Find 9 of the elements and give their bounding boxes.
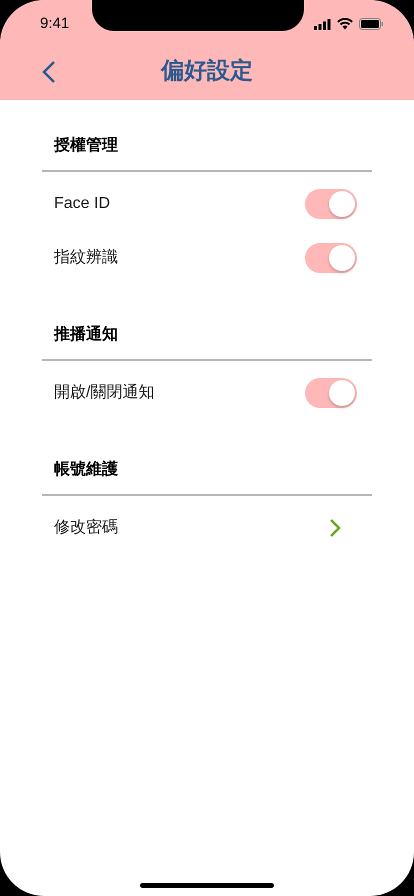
section-title: 帳號維護 [54,459,118,480]
setting-label: Face ID [54,194,110,214]
setting-label: 開啟/關閉通知 [54,382,154,403]
setting-label: 指紋辨識 [54,248,118,268]
page-title: 偏好設定 [161,56,253,85]
status-time: 9:41 [40,14,70,34]
section-title: 推播通知 [54,324,118,345]
section-title: 授權管理 [54,136,118,156]
setting-label: 修改密碼 [54,518,118,538]
